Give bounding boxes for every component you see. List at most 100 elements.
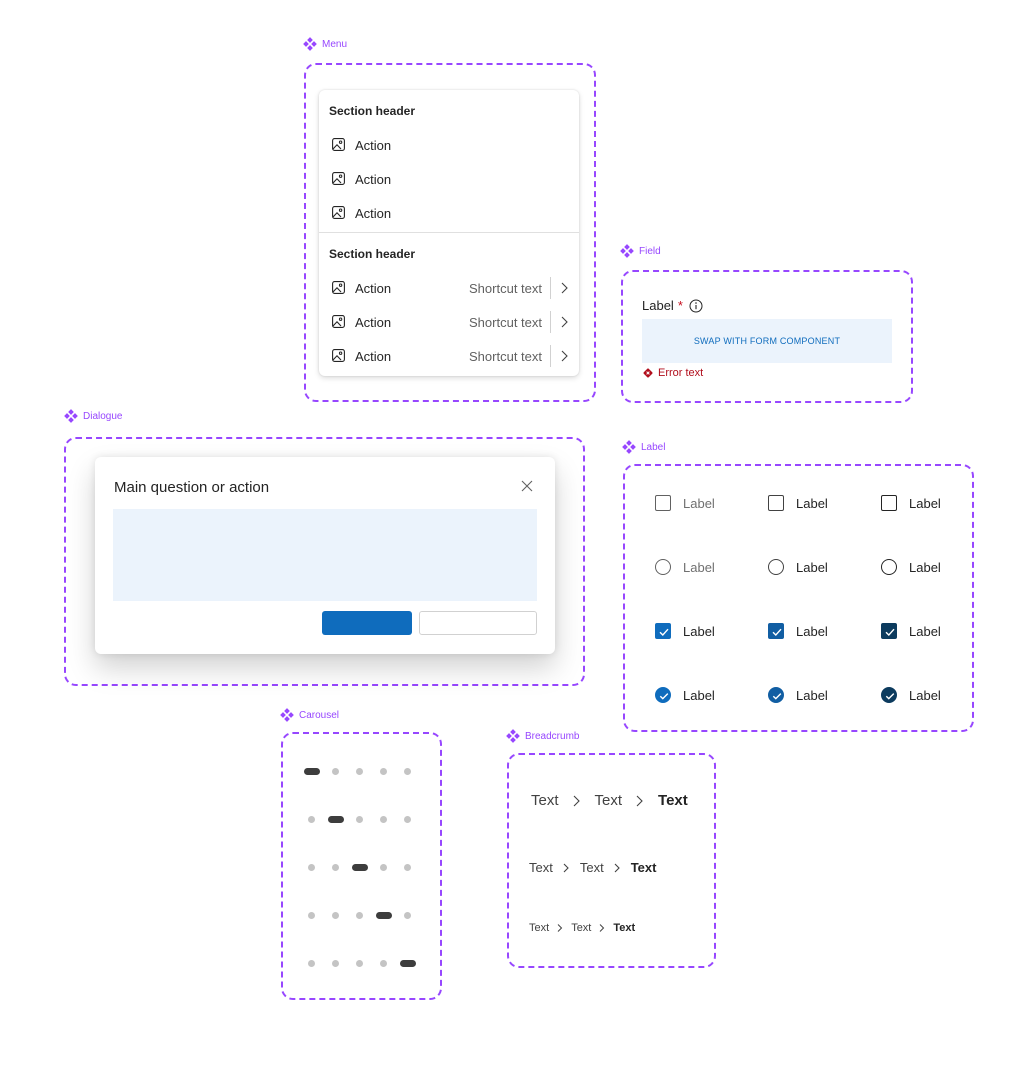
secondary-button[interactable] <box>419 611 537 635</box>
carousel-dot-active[interactable] <box>376 912 392 919</box>
checkbox-checked-pressed[interactable]: Label <box>881 622 941 640</box>
menu-item[interactable]: Action <box>319 162 579 196</box>
component-icon <box>64 409 78 423</box>
breadcrumb-current: Text <box>613 922 636 934</box>
field-label: Label * <box>642 298 703 313</box>
checkbox-checked-hover[interactable]: Label <box>768 622 828 640</box>
carousel-dot[interactable] <box>380 816 387 823</box>
breadcrumb-medium: Text Text Text <box>529 860 656 875</box>
radio-checked[interactable] <box>768 687 784 703</box>
carousel-dot-active[interactable] <box>352 864 368 871</box>
info-icon[interactable] <box>689 299 703 313</box>
radio-checked-hover[interactable]: Label <box>768 686 828 704</box>
chevron-right-icon[interactable] <box>559 282 569 294</box>
breadcrumb-item[interactable]: Text <box>531 792 559 809</box>
carousel-dot-active[interactable] <box>328 816 344 823</box>
checkbox-hover[interactable]: Label <box>768 494 828 512</box>
image-icon <box>332 349 345 362</box>
carousel-dot[interactable] <box>380 960 387 967</box>
checkbox[interactable] <box>655 495 671 511</box>
menu-item-shortcut: Shortcut text <box>469 348 542 364</box>
dialog-title: Main question or action <box>114 479 270 496</box>
breadcrumb-item[interactable]: Text <box>580 860 604 875</box>
carousel-dot[interactable] <box>356 816 363 823</box>
component-title-menu: Menu <box>303 37 347 51</box>
radio-checked-rest[interactable]: Label <box>655 686 715 704</box>
checkbox-checked[interactable] <box>655 623 671 639</box>
carousel-dot[interactable] <box>404 864 411 871</box>
radio-pressed[interactable]: Label <box>881 558 941 576</box>
radio-checked[interactable] <box>655 687 671 703</box>
primary-button[interactable] <box>322 611 412 635</box>
carousel-dot[interactable] <box>308 816 315 823</box>
menu-item[interactable]: Action <box>319 128 579 162</box>
checkmark-icon <box>885 628 895 637</box>
carousel-dot[interactable] <box>404 768 411 775</box>
radio-label: Label <box>796 687 828 703</box>
checkmark-icon <box>885 693 895 700</box>
carousel-dot[interactable] <box>380 768 387 775</box>
carousel-dot[interactable] <box>332 768 339 775</box>
carousel-dot[interactable] <box>404 912 411 919</box>
checkbox-label: Label <box>796 623 828 639</box>
radio-rest[interactable]: Label <box>655 558 715 576</box>
checkbox-checked[interactable] <box>768 623 784 639</box>
radio[interactable] <box>881 559 897 575</box>
menu-item-shortcut: Shortcut text <box>469 314 542 330</box>
carousel-dot[interactable] <box>332 960 339 967</box>
menu-item-label: Action <box>355 314 392 330</box>
required-marker: * <box>677 298 683 313</box>
radio-hover[interactable]: Label <box>768 558 828 576</box>
chevron-right-icon[interactable] <box>559 316 569 328</box>
checkbox-label: Label <box>796 495 828 511</box>
image-icon <box>332 315 345 328</box>
chevron-right-icon[interactable] <box>559 350 569 362</box>
carousel-dot[interactable] <box>356 960 363 967</box>
menu-item[interactable]: Action Shortcut text <box>319 305 579 339</box>
carousel-dot[interactable] <box>332 864 339 871</box>
carousel-dot-active[interactable] <box>304 768 320 775</box>
menu-divider <box>319 232 579 233</box>
breadcrumb-item[interactable]: Text <box>595 792 623 809</box>
menu-item[interactable]: Action Shortcut text <box>319 339 579 373</box>
carousel-dot[interactable] <box>308 864 315 871</box>
image-icon <box>332 138 345 151</box>
breadcrumb-item[interactable]: Text <box>571 922 591 934</box>
carousel-dot[interactable] <box>380 864 387 871</box>
form-component-placeholder[interactable]: SWAP WITH FORM COMPONENT <box>642 319 892 363</box>
image-icon <box>332 172 345 185</box>
checkbox-label: Label <box>909 623 941 639</box>
checkbox-label: Label <box>683 623 715 639</box>
checkbox[interactable] <box>881 495 897 511</box>
carousel-dot[interactable] <box>404 816 411 823</box>
menu: Section header Action Action Action Sect… <box>319 90 579 376</box>
checkbox-checked-rest[interactable]: Label <box>655 622 715 640</box>
checkbox-rest[interactable]: Label <box>655 494 715 512</box>
breadcrumb-item[interactable]: Text <box>529 922 549 934</box>
radio[interactable] <box>768 559 784 575</box>
checkbox-pressed[interactable]: Label <box>881 494 941 512</box>
carousel-dot-active[interactable] <box>400 960 416 967</box>
carousel-dot[interactable] <box>332 912 339 919</box>
radio-checked[interactable] <box>881 687 897 703</box>
carousel-dot[interactable] <box>356 768 363 775</box>
checkbox-label: Label <box>909 495 941 511</box>
dialog-body <box>113 509 537 601</box>
checkbox[interactable] <box>768 495 784 511</box>
radio-checked-pressed[interactable]: Label <box>881 686 941 704</box>
carousel-dot[interactable] <box>308 912 315 919</box>
menu-item-shortcut: Shortcut text <box>469 280 542 296</box>
radio[interactable] <box>655 559 671 575</box>
component-icon <box>280 708 294 722</box>
menu-item[interactable]: Action Shortcut text <box>319 271 579 305</box>
component-title-breadcrumb: Breadcrumb <box>506 729 579 743</box>
carousel-dot[interactable] <box>356 912 363 919</box>
menu-item-label: Action <box>355 137 392 153</box>
radio-label: Label <box>909 687 941 703</box>
checkbox-label: Label <box>683 495 715 511</box>
checkbox-checked[interactable] <box>881 623 897 639</box>
breadcrumb-item[interactable]: Text <box>529 860 553 875</box>
carousel-dot[interactable] <box>308 960 315 967</box>
menu-item[interactable]: Action <box>319 196 579 230</box>
close-icon[interactable] <box>521 480 533 492</box>
